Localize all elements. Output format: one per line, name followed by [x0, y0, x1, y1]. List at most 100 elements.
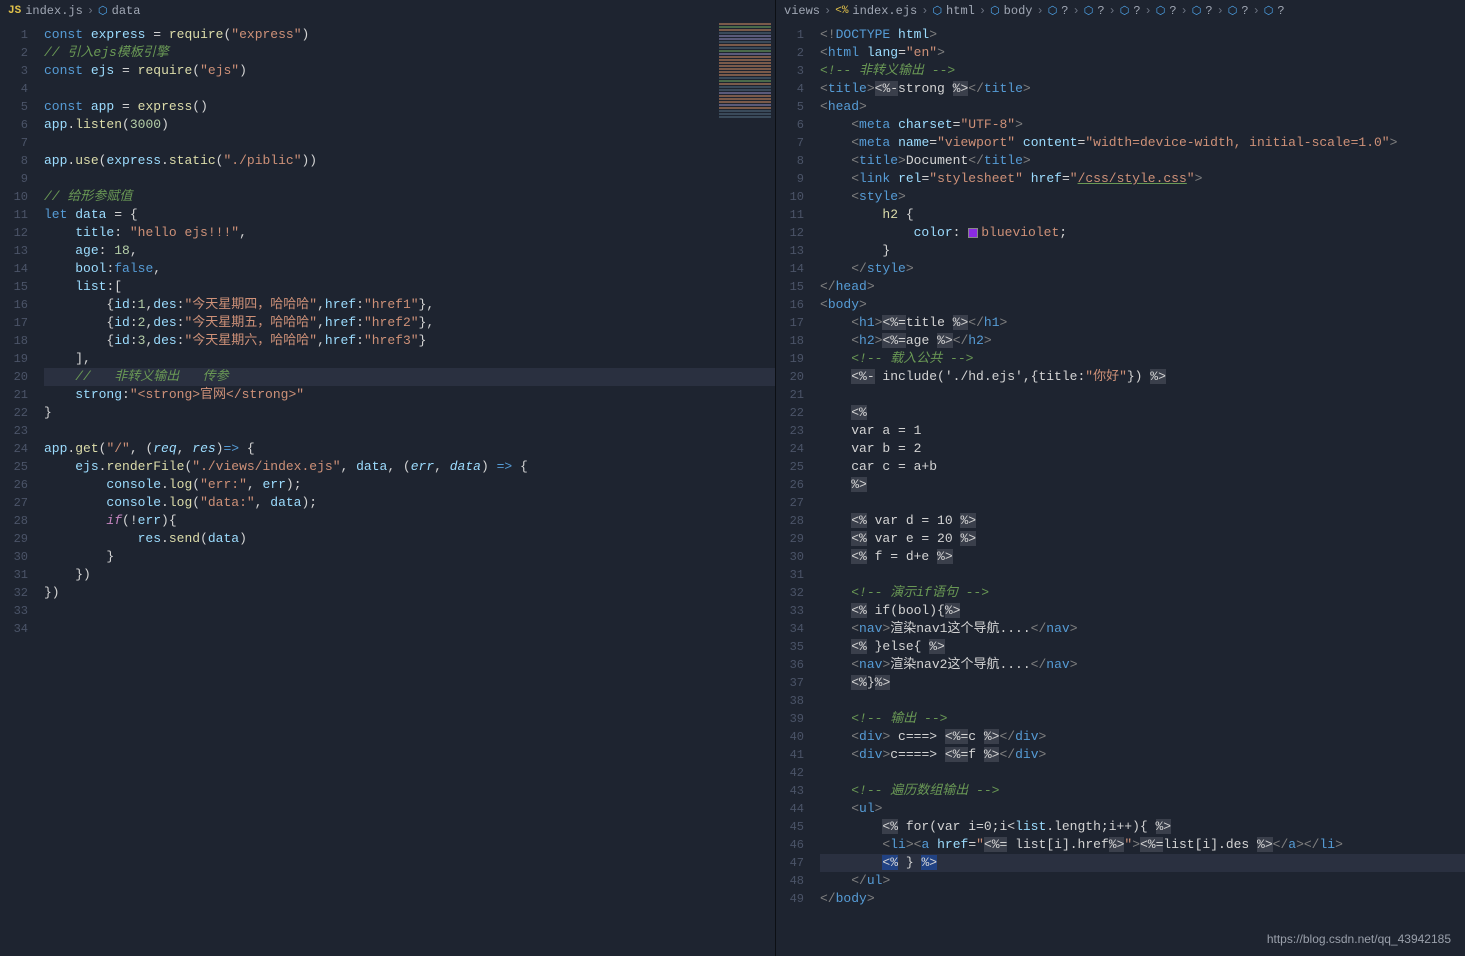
breadcrumb-seg[interactable]: ⬡html: [932, 4, 974, 18]
code-line[interactable]: let data = {: [44, 206, 775, 224]
breadcrumb-seg[interactable]: ⬡?: [1084, 4, 1105, 18]
code-line[interactable]: <!-- 输出 -->: [820, 710, 1465, 728]
code-line[interactable]: const express = require("express"): [44, 26, 775, 44]
breadcrumb-seg[interactable]: ⬡?: [1264, 4, 1285, 18]
code-line[interactable]: app.get("/", (req, res)=> {: [44, 440, 775, 458]
code-line[interactable]: var a = 1: [820, 422, 1465, 440]
breadcrumb-seg[interactable]: views: [784, 4, 820, 18]
code-line[interactable]: <% var d = 10 %>: [820, 512, 1465, 530]
code-line[interactable]: <!-- 遍历数组输出 -->: [820, 782, 1465, 800]
breadcrumb-seg[interactable]: <%index.ejs: [835, 4, 917, 18]
code-line[interactable]: strong:"<strong>官网</strong>": [44, 386, 775, 404]
code-line[interactable]: // 非转义输出 传参: [44, 368, 775, 386]
code-line[interactable]: // 给形参赋值: [44, 188, 775, 206]
code-line[interactable]: <div> c===> <%=c %></div>: [820, 728, 1465, 746]
code-line[interactable]: <h1><%=title %></h1>: [820, 314, 1465, 332]
code-line[interactable]: [44, 422, 775, 440]
code-line[interactable]: <div>c====> <%=f %></div>: [820, 746, 1465, 764]
code-line[interactable]: <h2><%=age %></h2>: [820, 332, 1465, 350]
code-line[interactable]: <meta charset="UTF-8">: [820, 116, 1465, 134]
code-line[interactable]: <ul>: [820, 800, 1465, 818]
code-line[interactable]: </ul>: [820, 872, 1465, 890]
code-line[interactable]: [44, 170, 775, 188]
code-line[interactable]: <title>Document</title>: [820, 152, 1465, 170]
breadcrumb-seg[interactable]: ⬡?: [1228, 4, 1249, 18]
code-line[interactable]: }: [44, 404, 775, 422]
code-line[interactable]: [820, 494, 1465, 512]
code-line[interactable]: color: blueviolet;: [820, 224, 1465, 242]
code-line[interactable]: <%}%>: [820, 674, 1465, 692]
code-line[interactable]: app.use(express.static("./piblic")): [44, 152, 775, 170]
breadcrumb-left[interactable]: JSindex.js › ⬡data: [0, 0, 775, 22]
code-line[interactable]: }): [44, 566, 775, 584]
code-line[interactable]: console.log("err:", err);: [44, 476, 775, 494]
code-line[interactable]: [820, 566, 1465, 584]
code-line[interactable]: }: [820, 242, 1465, 260]
code-line[interactable]: [44, 602, 775, 620]
breadcrumb-seg[interactable]: ⬡?: [1156, 4, 1177, 18]
code-line[interactable]: <title><%-strong %></title>: [820, 80, 1465, 98]
code-line[interactable]: <nav>渲染nav2这个导航....</nav>: [820, 656, 1465, 674]
code-line[interactable]: ],: [44, 350, 775, 368]
code-line[interactable]: h2 {: [820, 206, 1465, 224]
code-line[interactable]: var b = 2: [820, 440, 1465, 458]
code-line[interactable]: }: [44, 548, 775, 566]
code-line[interactable]: <meta name="viewport" content="width=dev…: [820, 134, 1465, 152]
breadcrumb-seg[interactable]: JSindex.js: [8, 4, 83, 18]
code-line[interactable]: <% if(bool){%>: [820, 602, 1465, 620]
breadcrumb-seg[interactable]: ⬡?: [1048, 4, 1069, 18]
code-line[interactable]: if(!err){: [44, 512, 775, 530]
code-line[interactable]: <% } %>: [820, 854, 1465, 872]
code-line[interactable]: <html lang="en">: [820, 44, 1465, 62]
breadcrumb-seg[interactable]: ⬡body: [990, 4, 1032, 18]
code-line[interactable]: bool:false,: [44, 260, 775, 278]
code-line[interactable]: <% var e = 20 %>: [820, 530, 1465, 548]
code-line[interactable]: [44, 134, 775, 152]
code-line[interactable]: <% }else{ %>: [820, 638, 1465, 656]
code-line[interactable]: <nav>渲染nav1这个导航....</nav>: [820, 620, 1465, 638]
code-line[interactable]: </head>: [820, 278, 1465, 296]
code-line[interactable]: <!DOCTYPE html>: [820, 26, 1465, 44]
code-line[interactable]: ejs.renderFile("./views/index.ejs", data…: [44, 458, 775, 476]
code-line[interactable]: [820, 386, 1465, 404]
code-line[interactable]: <link rel="stylesheet" href="/css/style.…: [820, 170, 1465, 188]
editor-right[interactable]: 1234567891011121314151617181920212223242…: [776, 22, 1465, 956]
code-line[interactable]: const ejs = require("ejs"): [44, 62, 775, 80]
code-line[interactable]: console.log("data:", data);: [44, 494, 775, 512]
code-line[interactable]: <body>: [820, 296, 1465, 314]
editor-left[interactable]: 1234567891011121314151617181920212223242…: [0, 22, 775, 956]
code-line[interactable]: [44, 80, 775, 98]
code-line[interactable]: list:[: [44, 278, 775, 296]
breadcrumb-seg[interactable]: ⬡data: [98, 4, 140, 18]
code-line[interactable]: <head>: [820, 98, 1465, 116]
code-line[interactable]: [820, 692, 1465, 710]
code-line[interactable]: </body>: [820, 890, 1465, 908]
code-line[interactable]: <%- include('./hd.ejs',{title:"你好"}) %>: [820, 368, 1465, 386]
code-line[interactable]: {id:2,des:"今天星期五，哈哈哈",href:"href2"},: [44, 314, 775, 332]
code-line[interactable]: [44, 620, 775, 638]
code-line[interactable]: </style>: [820, 260, 1465, 278]
code-line[interactable]: age: 18,: [44, 242, 775, 260]
code-line[interactable]: {id:3,des:"今天星期六，哈哈哈",href:"href3"}: [44, 332, 775, 350]
code-line[interactable]: <li><a href="<%= list[i].href%>"><%=list…: [820, 836, 1465, 854]
code-line[interactable]: <style>: [820, 188, 1465, 206]
code-line[interactable]: const app = express(): [44, 98, 775, 116]
breadcrumb-seg[interactable]: ⬡?: [1192, 4, 1213, 18]
code-right[interactable]: <!DOCTYPE html><html lang="en"><!-- 非转义输…: [814, 22, 1465, 956]
code-line[interactable]: res.send(data): [44, 530, 775, 548]
code-line[interactable]: {id:1,des:"今天星期四，哈哈哈",href:"href1"},: [44, 296, 775, 314]
code-line[interactable]: <!-- 演示if语句 -->: [820, 584, 1465, 602]
code-line[interactable]: app.listen(3000): [44, 116, 775, 134]
code-line[interactable]: title: "hello ejs!!!",: [44, 224, 775, 242]
code-line[interactable]: car c = a+b: [820, 458, 1465, 476]
code-line[interactable]: <!-- 载入公共 -->: [820, 350, 1465, 368]
breadcrumb-seg[interactable]: ⬡?: [1120, 4, 1141, 18]
code-line[interactable]: %>: [820, 476, 1465, 494]
code-line[interactable]: <% f = d+e %>: [820, 548, 1465, 566]
code-line[interactable]: <% for(var i=0;i<list.length;i++){ %>: [820, 818, 1465, 836]
breadcrumb-right[interactable]: views›<%index.ejs›⬡html›⬡body›⬡?›⬡?›⬡?›⬡…: [776, 0, 1465, 22]
code-line[interactable]: }): [44, 584, 775, 602]
code-line[interactable]: <!-- 非转义输出 -->: [820, 62, 1465, 80]
code-line[interactable]: <%: [820, 404, 1465, 422]
code-line[interactable]: // 引入ejs模板引擎: [44, 44, 775, 62]
